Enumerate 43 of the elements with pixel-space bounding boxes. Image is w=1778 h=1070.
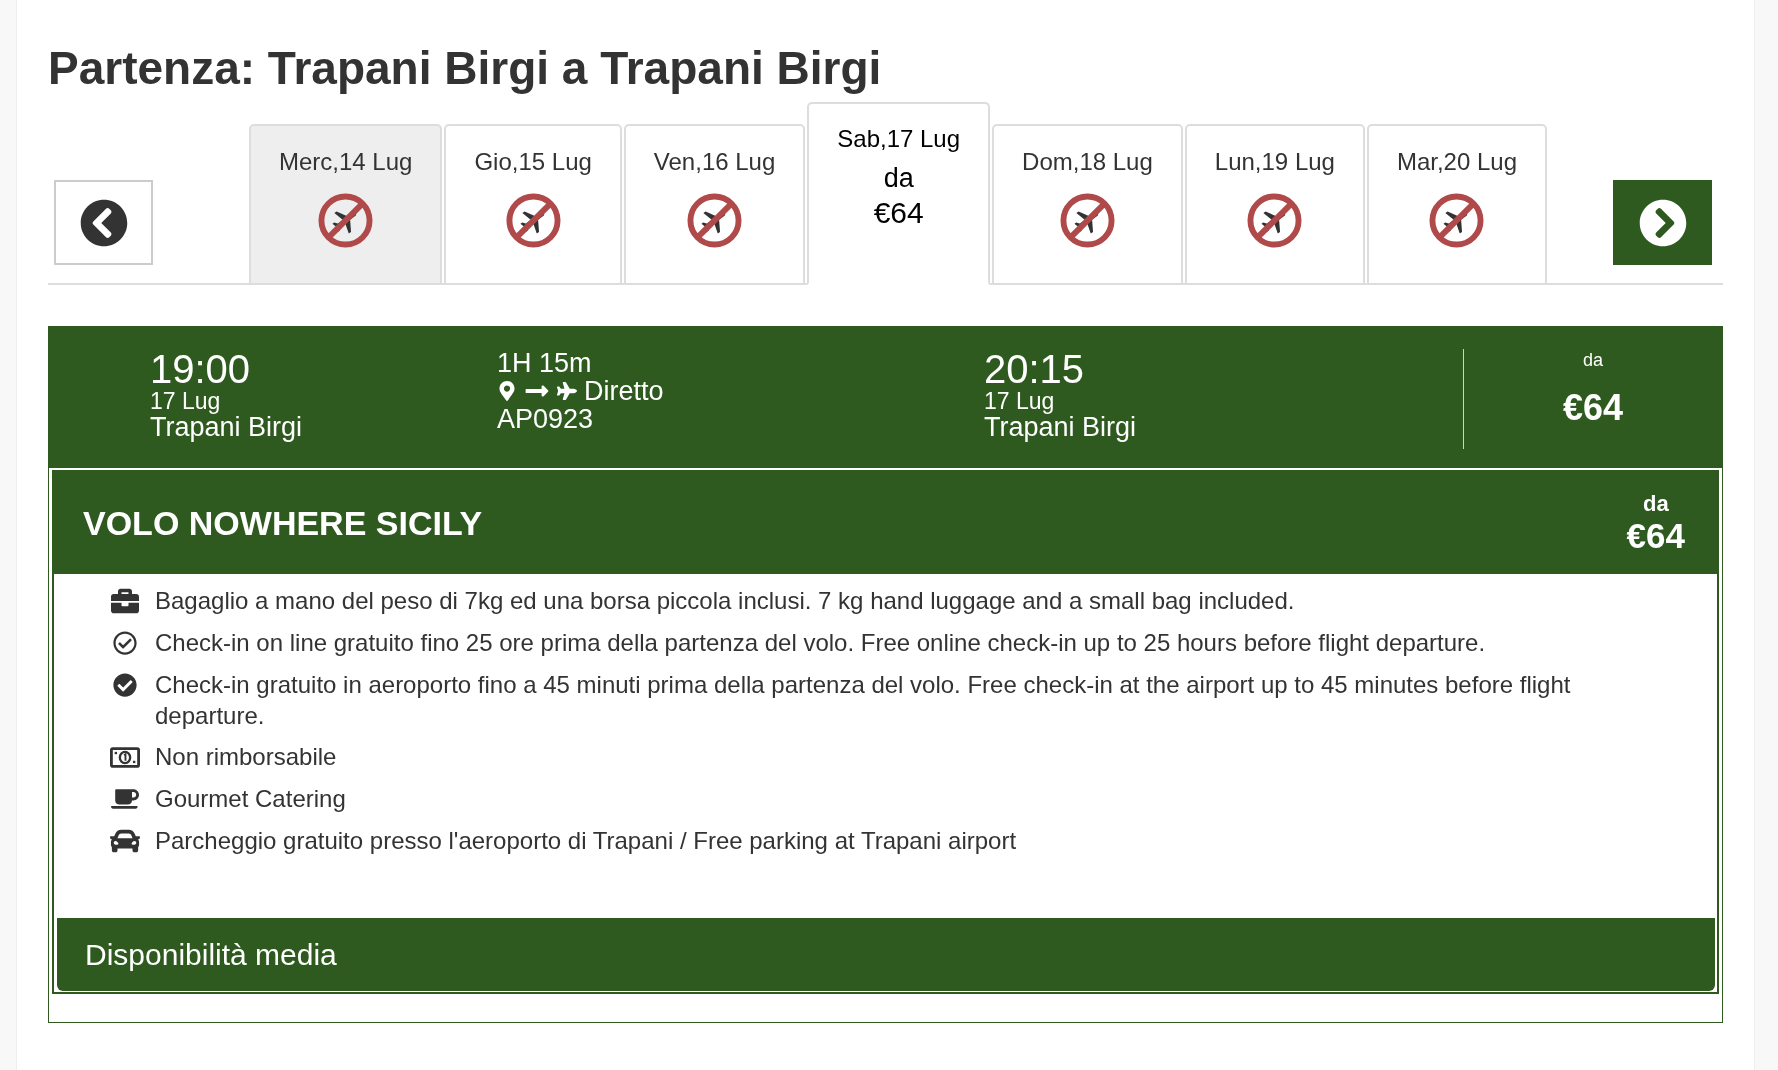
feature-text: Bagaglio a mano del peso di 7kg ed una borsa piccola inclusi. 7 kg hand luggage and a small bag included. xyxy=(155,586,1295,616)
date-tab[interactable]: Mar,20 Lug xyxy=(1366,124,1548,285)
date-tab[interactable]: Dom,18 Lug xyxy=(992,124,1183,285)
page-title: Partenza: Trapani Birgi a Trapani Birgi xyxy=(48,42,883,95)
chevron-left-icon xyxy=(79,198,128,247)
flight-duration: 1H 15m xyxy=(497,349,592,377)
date-tab[interactable]: Sab,17 Lug da €64 xyxy=(807,102,991,285)
feature-text: Non rimborsabile xyxy=(155,742,337,772)
no-plane-icon xyxy=(1429,193,1485,248)
feature-text: Parcheggio gratuito presso l'aeroporto di Trapani / Free parking at Trapani airport xyxy=(155,826,1017,856)
previous-days-button[interactable] xyxy=(54,180,153,265)
price-prefix: da xyxy=(1583,349,1603,371)
no-plane-icon xyxy=(505,193,561,248)
briefcase-icon xyxy=(111,587,139,615)
departure-airport: Trapani Birgi xyxy=(150,413,303,441)
no-plane-icon xyxy=(1247,193,1303,248)
date-tab[interactable]: Ven,16 Lug xyxy=(623,124,806,285)
price-prefix: da xyxy=(1642,491,1669,517)
fare-name: VOLO NOWHERE SICILY xyxy=(83,503,483,543)
banknote-icon xyxy=(110,746,140,768)
date-tab[interactable]: Merc,14 Lug xyxy=(249,124,443,285)
feature-text: Check-in gratuito in aeroporto fino a 45 minuti prima della partenza del volo. Free check-in at the airport up to 45 minutes before flight departure. xyxy=(155,670,1572,731)
departure-time: 19:00 xyxy=(150,349,251,389)
no-plane-icon xyxy=(1059,193,1115,248)
feature-text: Gourmet Catering xyxy=(155,784,346,814)
date-tab[interactable]: Lun,19 Lug xyxy=(1184,124,1365,285)
availability-banner: Disponibilità media xyxy=(57,918,1715,991)
stops-label: Diretto xyxy=(584,377,664,405)
next-days-button[interactable] xyxy=(1613,180,1712,265)
departure-date: 17 Lug xyxy=(150,389,221,413)
fare-price: €64 xyxy=(1626,517,1685,555)
pin-icon xyxy=(497,381,517,401)
date-tab[interactable]: Gio,15 Lug xyxy=(444,124,622,285)
plane-icon xyxy=(557,381,577,401)
arrival-airport: Trapani Birgi xyxy=(984,413,1137,441)
no-plane-icon xyxy=(318,193,374,248)
feature-text: Check-in on line gratuito fino 25 ore prima della partenza del volo. Free online check-in up to 25 hours before flight departure. xyxy=(155,628,1486,658)
arrival-date: 17 Lug xyxy=(984,389,1055,413)
flight-number: AP0923 xyxy=(497,405,594,433)
flight-price: €64 xyxy=(1562,388,1624,428)
no-plane-icon xyxy=(687,193,743,248)
arrival-time: 20:15 xyxy=(984,349,1085,389)
chevron-right-icon xyxy=(1638,198,1687,247)
